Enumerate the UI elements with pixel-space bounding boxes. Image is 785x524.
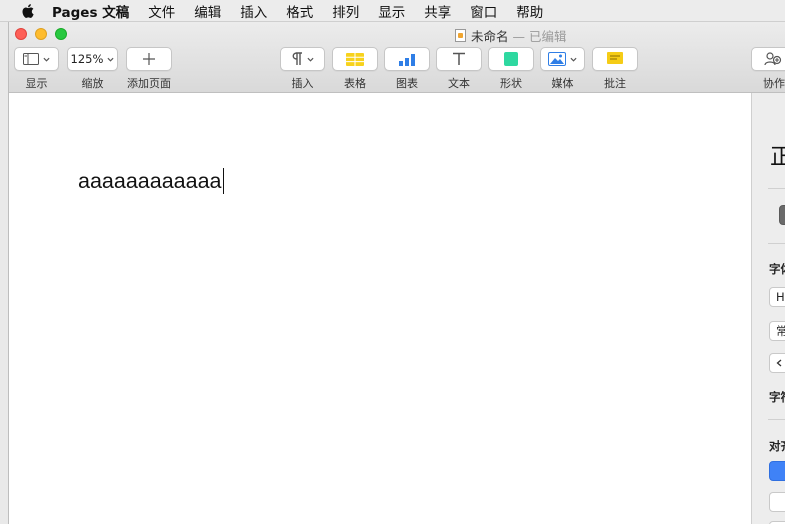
zoom-value: 125% (70, 52, 104, 66)
document-icon (455, 29, 466, 42)
document-text[interactable]: aaaaaaaaaaaa (78, 169, 222, 193)
collaborate-label: 协作 (763, 77, 785, 90)
text-button[interactable] (436, 47, 482, 71)
pilcrow-icon (292, 52, 302, 65)
shape-square-icon (504, 52, 518, 66)
chart-label: 图表 (396, 77, 418, 90)
menu-app-name[interactable]: Pages 文稿 (52, 1, 129, 21)
add-page-button[interactable] (126, 47, 172, 71)
collaborate-person-icon (764, 52, 782, 66)
fullscreen-window-button[interactable] (55, 28, 67, 40)
sidebar-separator (768, 243, 785, 244)
character-style-label: 字符 (769, 390, 785, 404)
table-button[interactable] (332, 47, 378, 71)
menu-window[interactable]: 窗口 (470, 1, 497, 21)
shape-button[interactable] (488, 47, 534, 71)
shape-label: 形状 (500, 77, 522, 90)
zoom-label: 缩放 (81, 77, 104, 90)
view-button[interactable] (14, 47, 59, 71)
chevron-down-icon (43, 57, 50, 62)
edit-status: — 已编辑 (512, 29, 567, 44)
paragraph-style-title[interactable]: 正 (770, 139, 785, 171)
media-button[interactable] (540, 47, 585, 71)
menu-format[interactable]: 格式 (286, 1, 313, 21)
apple-icon[interactable] (20, 3, 38, 19)
font-section-label: 字体 (769, 262, 785, 276)
font-family-select[interactable]: H (769, 287, 785, 307)
chevron-down-icon (570, 57, 577, 62)
format-sidebar: 正 字体 H 常 字符 对齐 (752, 93, 785, 524)
alignment-section-label: 对齐 (769, 439, 785, 453)
media-image-icon (548, 52, 566, 66)
window-title: 未命名 — 已编辑 (455, 26, 567, 45)
font-size-stepper[interactable] (769, 353, 785, 373)
style-tab-button[interactable] (779, 205, 785, 225)
document-canvas[interactable]: aaaaaaaaaaaa (9, 93, 751, 524)
media-label: 媒体 (551, 77, 574, 90)
menu-bar: Pages 文稿 文件 编辑 插入 格式 排列 显示 共享 窗口 帮助 (0, 0, 785, 22)
plus-icon (143, 53, 155, 65)
sidebar-separator (768, 188, 785, 189)
text-cursor (222, 168, 224, 194)
align-option-button[interactable] (769, 492, 785, 512)
insert-label: 插入 (291, 77, 314, 90)
close-window-button[interactable] (15, 28, 27, 40)
menu-help[interactable]: 帮助 (516, 1, 543, 21)
add-page-label: 添加页面 (127, 77, 171, 90)
table-icon (346, 52, 364, 66)
comment-note-icon (607, 52, 623, 64)
align-left-button[interactable] (769, 461, 785, 481)
menu-file[interactable]: 文件 (148, 1, 175, 21)
document-body[interactable]: aaaaaaaaaaaa (78, 168, 224, 194)
chart-button[interactable] (384, 47, 430, 71)
zoom-select[interactable]: 125% (67, 47, 118, 71)
menu-arrange[interactable]: 排列 (332, 1, 359, 21)
comment-button[interactable] (592, 47, 638, 71)
title-toolbar: 未命名 — 已编辑 显示 125% 缩放 添加页面 插入 表格 图表 文本 形状… (9, 22, 785, 93)
table-label: 表格 (344, 77, 366, 90)
menu-share[interactable]: 共享 (424, 1, 451, 21)
collaborate-button[interactable] (751, 47, 785, 71)
chevron-left-icon (776, 359, 782, 367)
minimize-window-button[interactable] (35, 28, 47, 40)
comment-label: 批注 (604, 77, 626, 90)
bar-chart-icon (399, 53, 415, 66)
menu-edit[interactable]: 编辑 (194, 1, 221, 21)
text-box-icon (453, 52, 465, 65)
text-label: 文本 (448, 77, 470, 90)
sidebar-view-icon (23, 53, 39, 65)
pages-window: 未命名 — 已编辑 显示 125% 缩放 添加页面 插入 表格 图表 文本 形状… (8, 22, 785, 524)
sidebar-separator (768, 419, 785, 420)
view-label: 显示 (25, 77, 48, 90)
menu-view[interactable]: 显示 (378, 1, 405, 21)
document-name[interactable]: 未命名 (471, 26, 509, 45)
font-style-select[interactable]: 常 (769, 321, 785, 341)
chevron-down-icon (307, 57, 314, 62)
menu-insert[interactable]: 插入 (240, 1, 267, 21)
chevron-down-icon (107, 57, 114, 62)
insert-button[interactable] (280, 47, 325, 71)
